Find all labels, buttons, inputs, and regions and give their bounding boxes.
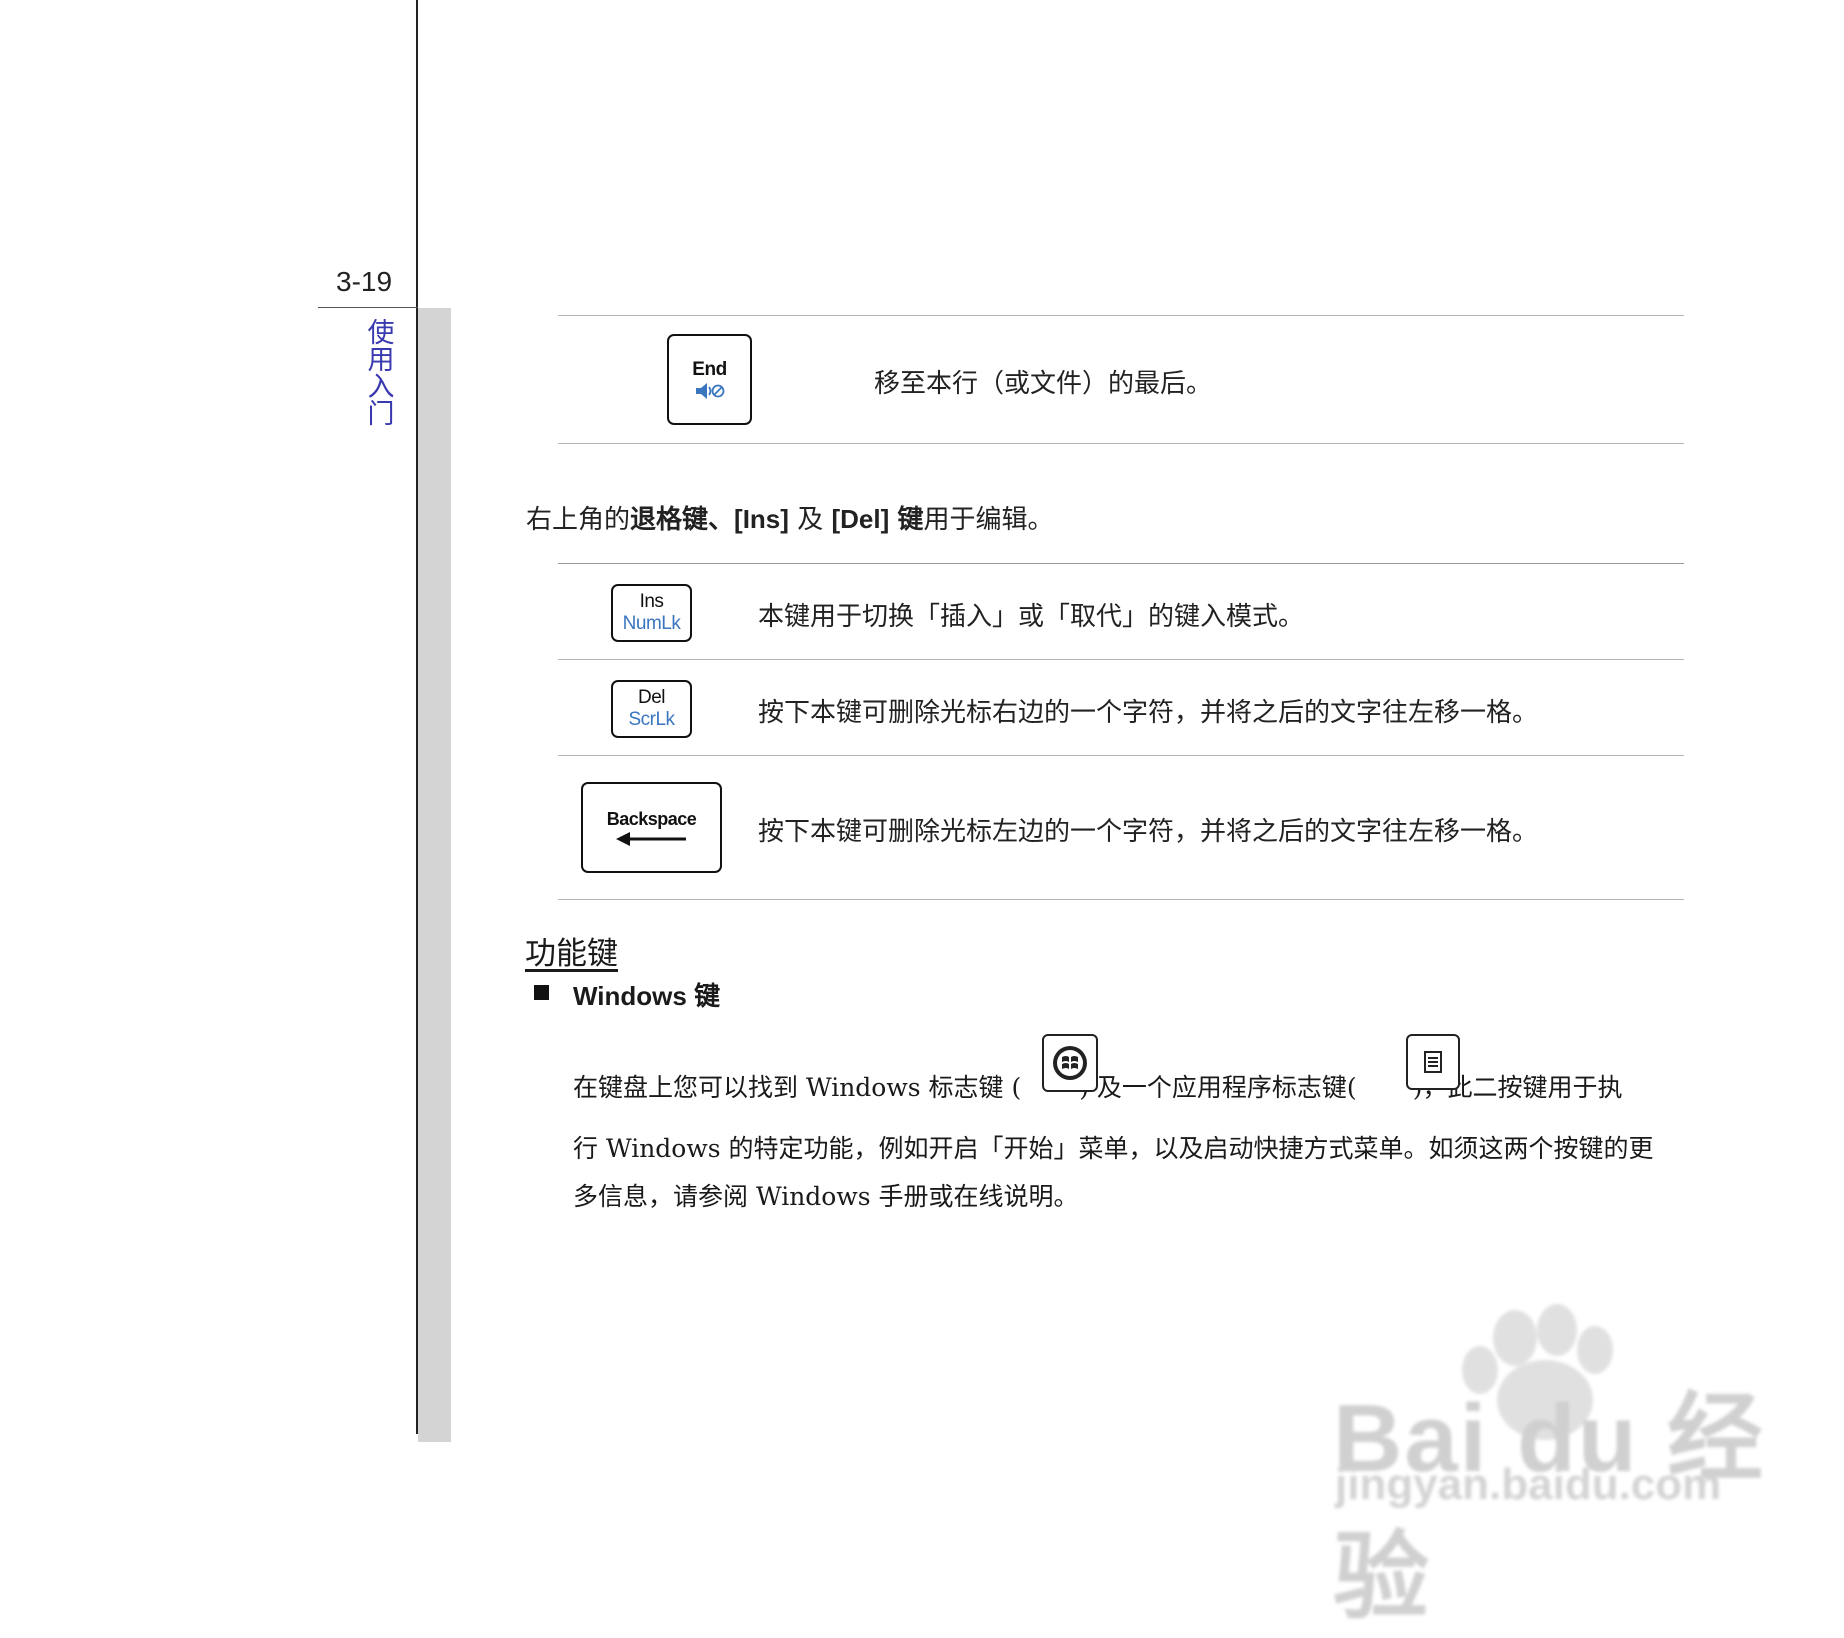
ins-key: Ins NumLk — [611, 584, 692, 642]
ins-key-top: Ins — [639, 591, 664, 612]
end-key-label: End — [692, 358, 727, 380]
edit-table-rule-2 — [558, 755, 1684, 756]
windows-paragraph-line-2: 行 Windows 的特定功能，例如开启「开始」菜单，以及启动快捷方式菜单。如须… — [573, 1134, 1654, 1163]
backspace-key-description: 按下本键可删除光标左边的一个字符，并将之后的文字往左移一格。 — [758, 817, 1539, 847]
line1-part-b: ) 及一个应用程序标志键( — [1079, 1073, 1357, 1102]
watermark-url: jingyan.baidu.com — [1335, 1460, 1722, 1509]
intro-prefix: 右上角的 — [526, 505, 631, 535]
chapter-label: 使用入门 — [367, 318, 395, 430]
ins-key-description: 本键用于切换「插入」或「取代」的键入模式。 — [758, 602, 1305, 632]
bullet-square — [534, 985, 549, 1000]
baidu-watermark: Bai du 经验 jingyan.baidu.com — [1325, 1290, 1765, 1631]
speaker-mute-icon — [695, 382, 724, 399]
intro-ins: [Ins] — [734, 504, 789, 534]
end-table-top-rule — [558, 315, 1684, 316]
del-key: Del ScrLk — [611, 680, 692, 738]
backspace-key: Backspace — [581, 782, 722, 873]
del-key-bottom: ScrLk — [628, 709, 675, 730]
line1-part-a: 在键盘上您可以找到 Windows 标志键 ( — [573, 1073, 1022, 1102]
del-key-description: 按下本键可删除光标右边的一个字符，并将之后的文字往左移一格。 — [758, 698, 1539, 728]
windows-logo-key — [1042, 1034, 1098, 1092]
page-number: 3-19 — [336, 266, 393, 297]
windows-logo-icon — [1053, 1046, 1087, 1080]
edit-table-bottom-rule — [558, 899, 1684, 900]
del-key-top: Del — [637, 687, 666, 708]
backspace-key-top: Backspace — [606, 808, 697, 829]
intro-suffix: 用于编辑。 — [923, 505, 1054, 535]
edit-table-top-rule — [558, 563, 1684, 564]
left-arrow-icon — [615, 831, 686, 846]
edit-table-rule-1 — [558, 659, 1684, 660]
page-number-rule — [318, 307, 418, 308]
section-heading: 功能键 — [525, 936, 618, 972]
windows-key-heading-text: Windows 键 — [573, 981, 721, 1011]
end-key-description: 移至本行（或文件）的最后。 — [874, 369, 1213, 399]
end-key: End — [667, 334, 752, 425]
app-menu-key — [1406, 1034, 1460, 1090]
ins-key-bottom: NumLk — [622, 613, 681, 634]
edit-keys-intro: 右上角的退格键、[Ins] 及 [Del] 键用于编辑。 — [526, 499, 1054, 536]
intro-key-word: 键 — [897, 505, 924, 535]
windows-key-heading: Windows 键 — [573, 976, 720, 1013]
app-menu-icon — [1424, 1051, 1442, 1073]
intro-and: 及 — [797, 505, 824, 535]
end-table-bottom-rule — [558, 443, 1684, 444]
margin-gray-band — [418, 308, 451, 1442]
intro-backspace-word: 退格键、 — [630, 505, 735, 535]
intro-del: [Del] — [831, 504, 890, 534]
windows-paragraph-line-3: 多信息，请参阅 Windows 手册或在线说明。 — [573, 1182, 1079, 1211]
